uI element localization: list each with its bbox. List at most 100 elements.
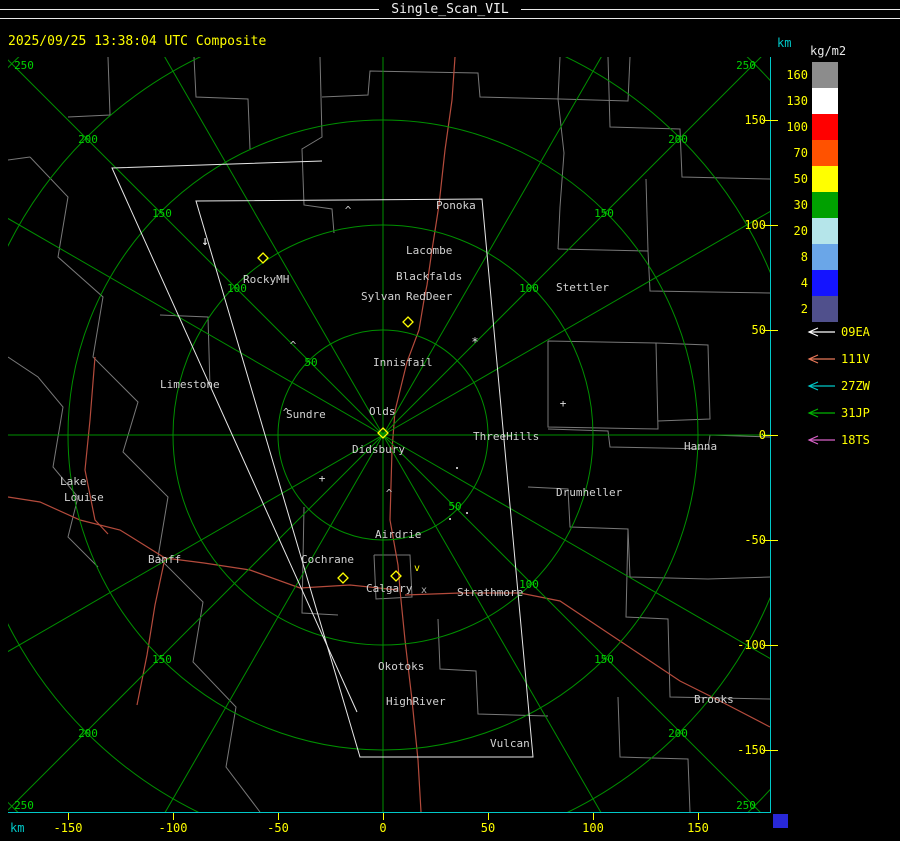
right-axis-label: -150 <box>737 743 766 757</box>
coverage-outlines <box>111 160 534 758</box>
map-marker: x <box>421 585 427 596</box>
map-marker: ^ <box>290 339 297 352</box>
city-label: Vulcan <box>490 737 530 750</box>
colorbar-row: 4 <box>780 270 846 296</box>
colorbar: kg/m2 160 130 100 70 50 30 20 8 4 2 <box>780 44 846 322</box>
colorbar-value: 50 <box>793 172 808 186</box>
city-label: Louise <box>64 491 104 504</box>
map-marker: v <box>414 563 420 574</box>
county-boundary-line <box>645 178 649 252</box>
highway-line <box>84 356 109 535</box>
map-marker: . <box>446 509 454 524</box>
county-boundary-line <box>655 342 711 422</box>
city-label: Strathmore <box>457 586 523 599</box>
city-label: Banff <box>148 553 181 566</box>
colorbar-value: 130 <box>786 94 808 108</box>
window-title: Single_Scan_VIL <box>391 1 509 17</box>
bottom-axis-tick <box>593 813 594 820</box>
map-marker: ^ <box>345 204 352 217</box>
coverage-outline <box>111 160 358 713</box>
city-label: Cochrane <box>301 553 354 566</box>
bottom-axis-label: 150 <box>687 821 709 835</box>
colorbar-value: 100 <box>786 120 808 134</box>
city-label: RedDeer <box>406 290 453 303</box>
storm-id: 31JP <box>841 405 870 420</box>
storm-arrow-icon <box>807 380 835 391</box>
colorbar-row: 70 <box>780 140 846 166</box>
colorbar-value: 8 <box>800 250 808 264</box>
bottom-axis-label: -100 <box>158 821 188 835</box>
county-boundary-line <box>159 314 211 388</box>
storm-id: 09EA <box>841 324 870 339</box>
city-label: HighRiver <box>386 695 446 708</box>
colorbar-rows: 160 130 100 70 50 30 20 8 4 2 <box>780 62 846 322</box>
city-label: Ponoka <box>436 199 476 212</box>
colorbar-value: 30 <box>793 198 808 212</box>
city-label: Didsbury <box>352 443 405 456</box>
range-label: 100 <box>519 282 539 295</box>
county-boundary-line <box>559 57 631 102</box>
map-marker: ^ <box>283 406 290 419</box>
city-label: Lacombe <box>406 244 452 257</box>
colorbar-swatch <box>812 62 838 88</box>
corner-swatch <box>773 814 788 828</box>
colorbar-value: 160 <box>786 68 808 82</box>
city-label: Sylvan <box>361 290 401 303</box>
right-axis-label: -50 <box>744 533 766 547</box>
colorbar-value: 70 <box>793 146 808 160</box>
city-label: Airdrie <box>375 528 421 541</box>
range-label: 200 <box>78 727 98 740</box>
storm-legend-row: 111V <box>802 345 870 372</box>
bottom-axis-tick <box>278 813 279 820</box>
map-marker: ^ <box>386 487 393 500</box>
radar-site-marker <box>257 252 269 264</box>
bottom-axis-tick <box>488 813 489 820</box>
county-boundary-line <box>193 57 251 150</box>
city-label: Limestone <box>160 378 220 391</box>
range-label: 150 <box>594 207 614 220</box>
storm-arrow-icon <box>807 407 835 418</box>
colorbar-swatch <box>812 244 838 270</box>
map-marker: + <box>560 397 567 410</box>
range-label: 250 <box>736 59 756 72</box>
bottom-axis-label: -50 <box>267 821 289 835</box>
map-marker: . <box>453 458 461 473</box>
colorbar-row: 130 <box>780 88 846 114</box>
map-marker: ↓ <box>201 234 209 249</box>
range-label: 200 <box>668 133 688 146</box>
bottom-axis-tick <box>173 813 174 820</box>
title-bar: Single_Scan_VIL <box>0 0 900 18</box>
colorbar-swatch <box>812 114 838 140</box>
city-labels: Ponoka Lacombe Blackfalds Sylvan RedDeer Stet… <box>60 199 734 750</box>
county-boundary-line <box>547 340 659 430</box>
colorbar-swatch <box>812 140 838 166</box>
colorbar-value: 4 <box>800 276 808 290</box>
highway-line <box>404 592 770 728</box>
map-marker: . <box>463 503 471 518</box>
city-label: Drumheller <box>556 486 623 499</box>
title-rule-left <box>0 8 380 10</box>
city-label: Sundre <box>286 408 326 421</box>
bottom-axis-tick <box>383 813 384 820</box>
colorbar-swatch <box>812 192 838 218</box>
city-label: Calgary <box>366 582 413 595</box>
storm-id: 27ZW <box>841 378 870 393</box>
city-label: RockyMH <box>243 273 289 286</box>
radar-display[interactable]: 5050100 100100150 150150 150200 200200 200250… <box>8 57 770 812</box>
radar-site-marker <box>402 316 414 328</box>
colorbar-row: 100 <box>780 114 846 140</box>
highway-line <box>136 557 166 706</box>
range-label: 200 <box>78 133 98 146</box>
colorbar-value: 2 <box>800 302 808 316</box>
colorbar-swatch <box>812 166 838 192</box>
city-label: Stettler <box>556 281 609 294</box>
storm-arrow-icon <box>807 434 835 445</box>
range-label: 200 <box>668 727 688 740</box>
bottom-axis-label: 0 <box>379 821 387 835</box>
colorbar-row: 30 <box>780 192 846 218</box>
city-label: Hanna <box>684 440 717 453</box>
storm-legend-row: 27ZW <box>802 372 870 399</box>
county-boundary-line <box>321 70 561 100</box>
county-boundary-line <box>67 57 111 118</box>
storm-legend-row: 18TS <box>802 426 870 453</box>
